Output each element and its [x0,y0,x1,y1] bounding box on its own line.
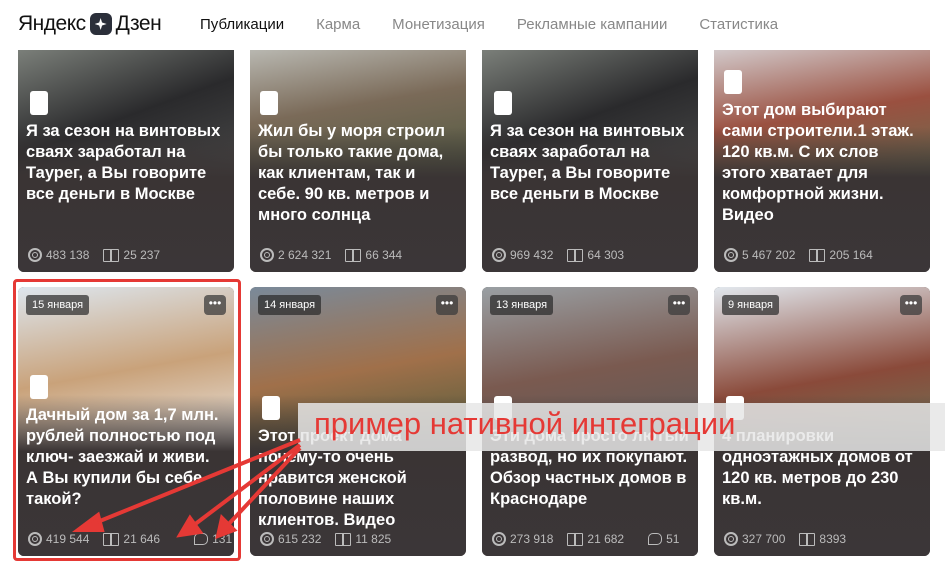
nav-monetization[interactable]: Монетизация [392,16,485,33]
yandex-zen-logo[interactable]: Яндекс Дзен [18,12,162,36]
annotation-arrows [72,438,302,540]
nav-karma[interactable]: Карма [316,16,360,33]
nav-publications[interactable]: Публикации [200,16,284,33]
nav-ad-campaigns[interactable]: Рекламные кампании [517,16,667,33]
nav-statistics[interactable]: Статистика [699,16,778,33]
zen-logo-icon [89,13,112,35]
header: Яндекс Дзен Публикации Карма Монетизация … [0,0,945,50]
main-nav: Публикации Карма Монетизация Рекламные к… [200,16,778,33]
